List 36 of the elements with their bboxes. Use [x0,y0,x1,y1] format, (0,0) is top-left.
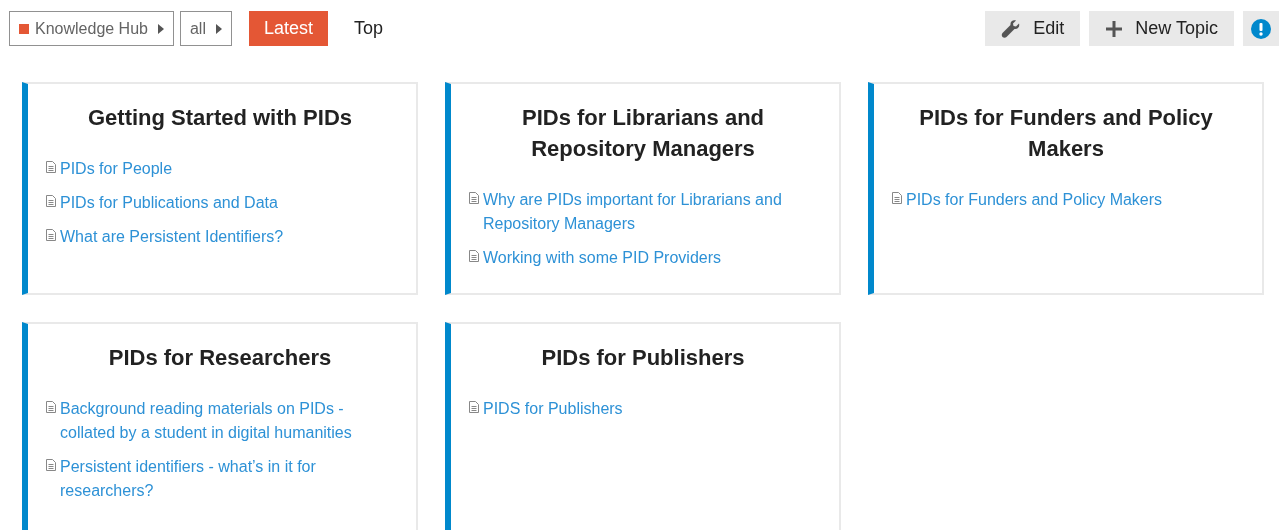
document-icon [46,401,56,413]
document-icon [469,192,479,204]
caret-icon [216,23,222,34]
new-topic-button[interactable]: New Topic [1089,11,1234,46]
category-dropdown[interactable]: all [179,11,232,46]
category-title: PIDs for Researchers [107,344,333,372]
edit-button[interactable]: Edit [985,11,1081,46]
category-dropdown[interactable]: Knowledge Hub [9,11,174,46]
topic-link[interactable]: PIDs for Publications and Data [60,191,278,215]
topic-link[interactable]: PIDs for Funders and Policy Makers [906,188,1163,212]
topic-link[interactable]: PIDS for Publishers [483,397,623,421]
document-icon [46,161,56,173]
topic-link[interactable]: Working with some PID Providers [483,246,721,270]
document-icon [46,229,56,241]
plus-icon [1105,19,1124,38]
document-icon [46,459,56,471]
category-title: PIDs for Funders and Policy Makers [918,104,1214,163]
wrench-icon [1001,18,1022,39]
nav-tab[interactable]: Latest [249,11,329,46]
category-title: PIDs for Librarians and Repository Managers [520,104,766,163]
document-icon [469,401,479,413]
topic-link[interactable]: PIDs for People [60,157,173,181]
category-title: Getting Started with PIDs [87,104,353,132]
notification-button[interactable] [1243,11,1279,46]
topic-link[interactable]: Why are PIDs important for Librarians and Repository Managers [483,188,817,236]
caret-icon [157,23,164,34]
document-icon [892,192,902,204]
alert-icon [1251,18,1271,39]
document-icon [469,250,479,262]
category-title: PIDs for Publishers [540,344,746,372]
topic-link[interactable]: Persistent identifiers - what’s in it for researchers? [60,455,394,503]
topic-link[interactable]: Background reading materials on PIDs - collated by a student in digital humanities [60,397,394,445]
category-badge-icon [19,23,29,34]
nav-tab[interactable]: Top [339,11,399,46]
topic-link[interactable]: What are Persistent Identifiers? [60,225,284,249]
document-icon [46,195,56,207]
